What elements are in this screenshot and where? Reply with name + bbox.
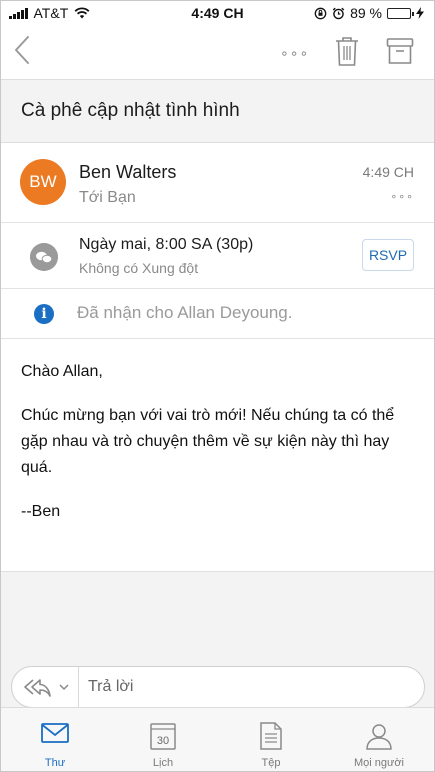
battery-percent: 89 % (350, 5, 382, 21)
battery-icon (387, 7, 414, 19)
orientation-lock-icon (314, 7, 327, 19)
reply-divider (78, 667, 79, 707)
body-paragraph: Chúc mừng bạn với vai trò mới! Nếu chúng… (21, 407, 395, 476)
sent-time: 4:49 CH (362, 164, 414, 180)
tab-mail-label: Thư (44, 757, 66, 769)
email-subject: Cà phê cập nhật tình hình (21, 100, 240, 121)
meeting-chat-icon (30, 243, 58, 271)
tab-files-label: Tệp (261, 757, 281, 769)
sender-row: BW Ben Walters Tới Bạn 4:49 CH ∘∘∘ (1, 143, 434, 223)
tab-calendar-label: Lịch (152, 757, 174, 769)
charging-icon (416, 7, 424, 19)
message-more-button[interactable]: ∘∘∘ (390, 190, 414, 203)
archive-icon[interactable] (386, 37, 414, 65)
avatar[interactable]: BW (20, 159, 66, 205)
meeting-row[interactable]: Ngày mai, 8:00 SA (30p) Không có Xung độ… (1, 223, 434, 289)
mail-icon (41, 723, 69, 743)
email-screen: AT&T 4:49 CH 89 % ∘∘∘ Cà phê cập nhật tì… (0, 0, 435, 772)
recipient-label[interactable]: Tới Bạn (79, 189, 136, 207)
info-row: i Đã nhận cho Allan Deyoung. (1, 289, 434, 339)
alarm-icon (332, 7, 345, 19)
body-signature: --Ben (21, 503, 61, 520)
received-for-text: Đã nhận cho Allan Deyoung. (77, 303, 293, 322)
tab-mail[interactable]: Thư (1, 708, 109, 771)
people-icon (366, 724, 392, 750)
back-button[interactable] (13, 35, 31, 65)
email-body: Chào Allan, Chúc mừng bạn với vai trò mớ… (21, 359, 416, 543)
nav-bar: ∘∘∘ (1, 27, 434, 79)
rsvp-button[interactable]: RSVP (362, 239, 414, 271)
sender-name[interactable]: Ben Walters (79, 162, 176, 183)
more-options-button[interactable]: ∘∘∘ (280, 45, 309, 62)
chevron-down-icon[interactable] (57, 677, 71, 697)
body-greeting: Chào Allan, (21, 363, 103, 380)
tab-files[interactable]: Tệp (217, 708, 325, 771)
calendar-day: 30 (157, 735, 169, 747)
status-bar: AT&T 4:49 CH 89 % (1, 1, 434, 27)
tab-calendar[interactable]: 30 Lịch (109, 708, 217, 771)
file-icon (260, 722, 282, 750)
reply-all-icon[interactable] (22, 676, 52, 698)
reply-bar (11, 666, 425, 708)
tab-people[interactable]: Mọi người (325, 708, 433, 771)
tab-people-label: Mọi người (353, 757, 405, 769)
info-icon: i (34, 304, 54, 324)
meeting-conflict: Không có Xung đột (79, 260, 199, 276)
meeting-time: Ngày mai, 8:00 SA (30p) (79, 236, 254, 253)
calendar-icon: 30 (150, 723, 176, 750)
trash-icon[interactable] (334, 35, 360, 67)
subject-bar: Cà phê cập nhật tình hình (1, 79, 434, 143)
reply-input[interactable] (88, 667, 408, 707)
tab-bar: Thư 30 Lịch Tệp Mọi người (1, 707, 434, 771)
